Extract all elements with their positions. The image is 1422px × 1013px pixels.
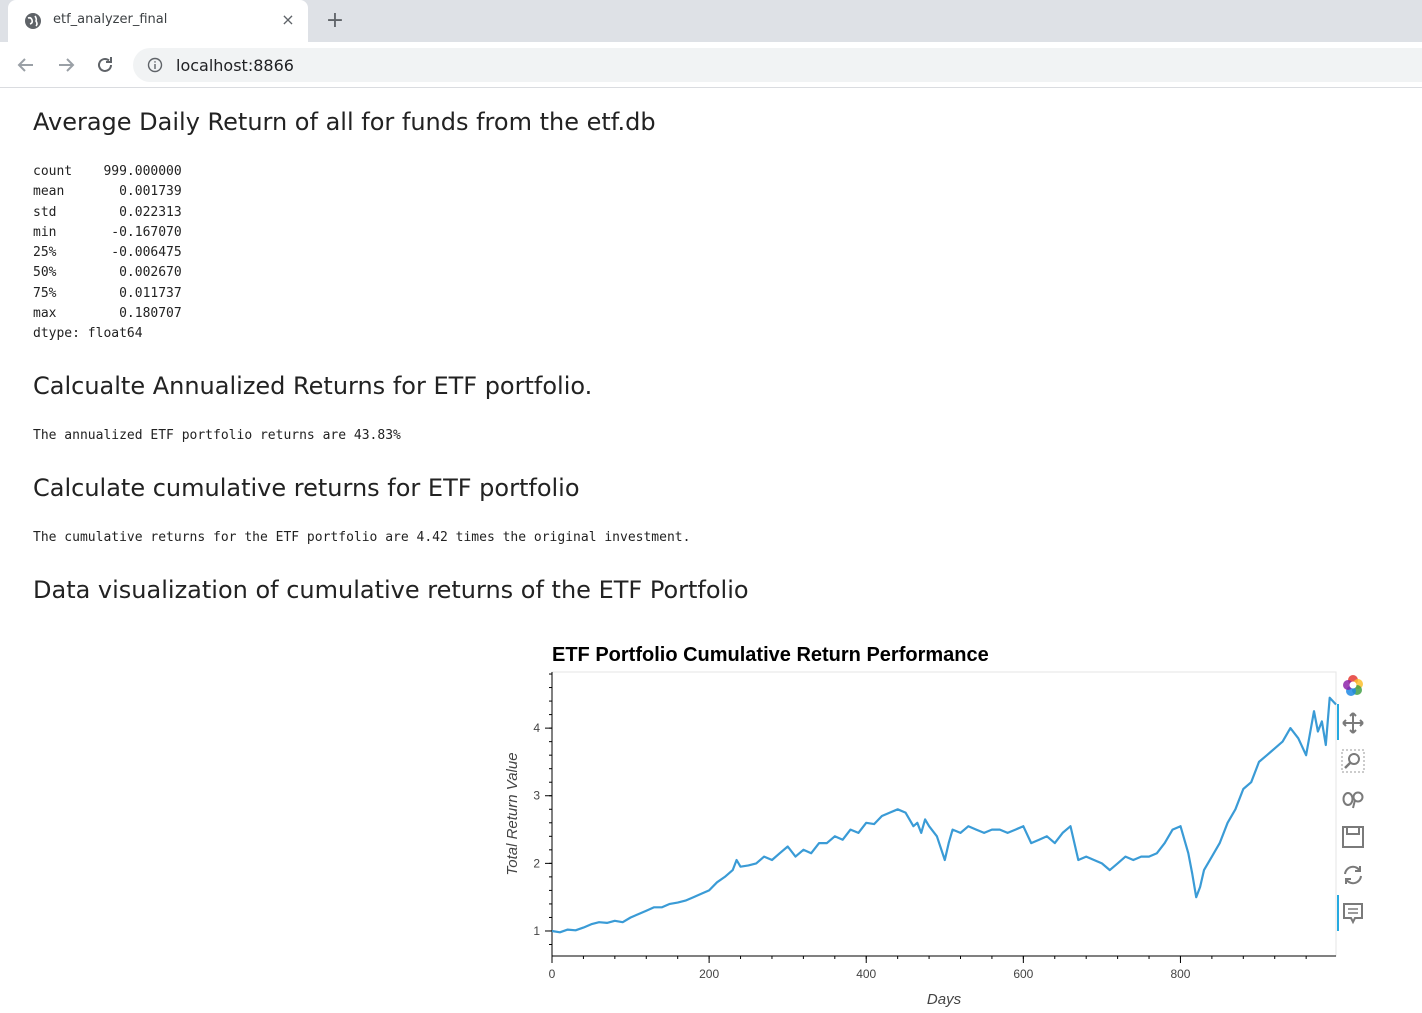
y-tick-label: 3: [533, 789, 540, 803]
tab-title: etf_analyzer_final: [53, 12, 168, 27]
browser-toolbar: localhost:8866: [0, 42, 1422, 88]
annualized-returns-output: The annualized ETF portfolio returns are…: [33, 428, 401, 443]
reload-icon[interactable]: [91, 51, 119, 79]
y-tick-label: 1: [533, 924, 540, 938]
bokeh-logo-icon[interactable]: [1340, 672, 1366, 698]
globe-icon: [25, 13, 41, 29]
cumulative-return-chart: 0 200 400 600 800 1 2 3 4 Days Total Return Value …: [500, 640, 1380, 1013]
section-heading-cumulative-returns: Calculate cumulative returns for ETF por…: [33, 474, 580, 502]
x-tick-label: 400: [856, 967, 876, 981]
x-axis-label: Days: [927, 991, 962, 1008]
x-tick-label: 200: [699, 967, 719, 981]
hover-tool-icon[interactable]: [1340, 900, 1366, 926]
chart-plot-svg: 0 200 400 600 800 1 2 3 4 Days Total Return Value: [504, 671, 1339, 1008]
x-tick-label: 600: [1013, 967, 1033, 981]
reset-tool-icon[interactable]: [1340, 862, 1366, 888]
cumulative-return-line: [551, 696, 1337, 934]
plot-frame: [551, 671, 1337, 957]
url-text: localhost:8866: [176, 56, 294, 75]
info-icon[interactable]: [147, 57, 163, 73]
y-tick-label: 4: [533, 721, 540, 735]
x-tick-label: 800: [1170, 967, 1190, 981]
save-tool-icon[interactable]: [1340, 824, 1366, 850]
back-arrow-icon[interactable]: [12, 51, 40, 79]
address-bar[interactable]: localhost:8866: [133, 48, 1422, 82]
section-heading-data-visualization: Data visualization of cumulative returns…: [33, 576, 749, 604]
wheel-zoom-tool-icon[interactable]: [1340, 786, 1366, 812]
describe-output: count 999.000000 mean 0.001739 std 0.022…: [33, 164, 182, 342]
section-heading-annualized-returns: Calcualte Annualized Returns for ETF por…: [33, 372, 593, 400]
section-heading-average-daily-return: Average Daily Return of all for funds fr…: [33, 108, 656, 136]
box-zoom-tool-icon[interactable]: [1340, 748, 1366, 774]
chart-title: ETF Portfolio Cumulative Return Performa…: [552, 644, 989, 666]
tab-strip: etf_analyzer_final × +: [0, 0, 1422, 42]
y-tick-label: 2: [533, 856, 540, 870]
cumulative-returns-output: The cumulative returns for the ETF portf…: [33, 530, 691, 545]
close-tab-icon[interactable]: ×: [278, 10, 298, 30]
new-tab-button[interactable]: +: [322, 8, 348, 34]
forward-arrow-icon[interactable]: [52, 51, 80, 79]
pan-tool-icon[interactable]: [1340, 710, 1366, 736]
y-axis-label: Total Return Value: [504, 752, 521, 875]
x-tick-label: 0: [549, 967, 556, 981]
browser-tab[interactable]: etf_analyzer_final ×: [8, 0, 308, 42]
